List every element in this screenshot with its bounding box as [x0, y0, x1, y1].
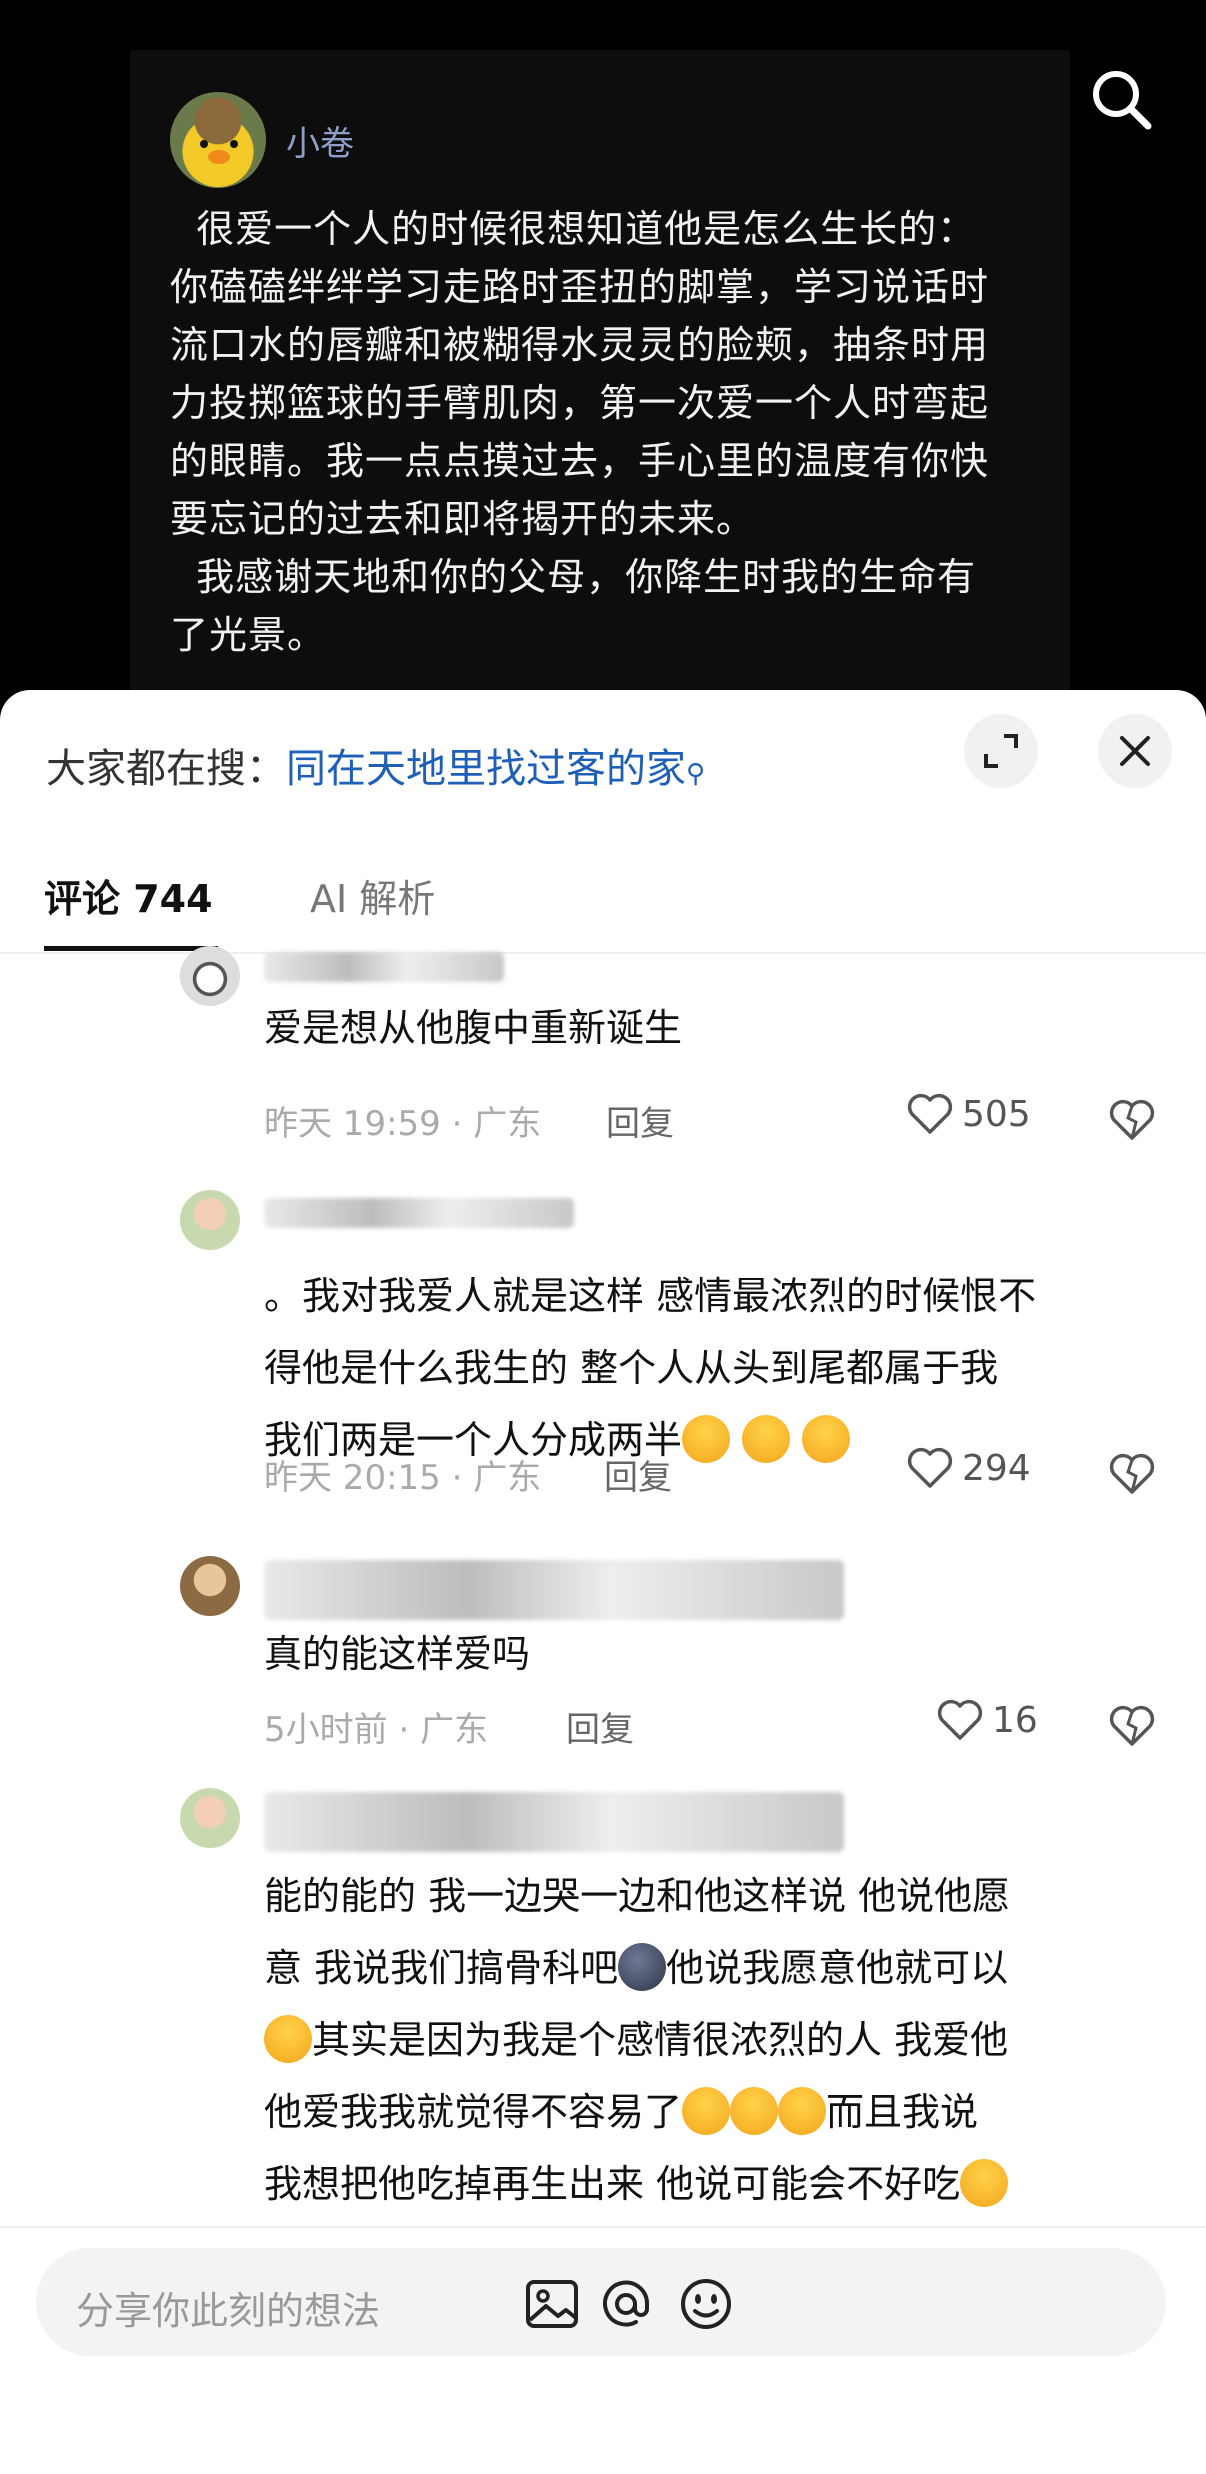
- username-blurred[interactable]: [264, 1792, 844, 1852]
- crying-emoji-icon: [682, 2087, 731, 2135]
- close-icon: [1120, 736, 1150, 766]
- avatar[interactable]: [180, 1556, 240, 1616]
- reply-button[interactable]: 回复: [566, 1702, 634, 1751]
- comment-input[interactable]: 分享你此刻的想法: [36, 2248, 1166, 2356]
- comment-line: 而且我说: [826, 2090, 979, 2134]
- broken-heart-icon[interactable]: [1108, 1702, 1156, 1750]
- comment-line: 能的能的 我一边哭一边和他这样说 他说他愿: [264, 1874, 1011, 1918]
- comment-time: 昨天 20:15: [264, 1458, 441, 1498]
- avatar[interactable]: [180, 1788, 240, 1848]
- heart-icon: [907, 1093, 953, 1134]
- search-small-icon: ⚲: [686, 759, 706, 789]
- heart-icon: [907, 1447, 953, 1488]
- crying-emoji-icon: [730, 2087, 779, 2135]
- avatar[interactable]: [180, 1190, 240, 1250]
- image-icon[interactable]: [522, 2274, 582, 2334]
- like-button[interactable]: 294: [906, 1446, 1031, 1490]
- reply-button[interactable]: 回复: [606, 1096, 674, 1145]
- comment-text-body: 。我对我爱人就是这样 感情最浓烈的时候恨不 得他是什么我生的 整个人从头到尾都属…: [264, 1274, 1037, 1462]
- like-button[interactable]: 16: [936, 1698, 1038, 1742]
- comment-text: 能的能的 我一边哭一边和他这样说 他说他愿 意 我说我们搞骨科吧 他说我愿意他就可…: [264, 1860, 1164, 2220]
- author-name[interactable]: 小卷: [286, 116, 354, 165]
- crying-emoji-icon: [778, 2087, 827, 2135]
- comment-line: 他爱我我就觉得不容易了: [264, 2090, 683, 2134]
- sweat-cry-emoji-icon: [960, 2159, 1009, 2207]
- like-button[interactable]: 505: [906, 1092, 1031, 1136]
- comment-line: 意 我说我们搞骨科吧: [264, 1946, 619, 1990]
- tab-comments[interactable]: 评论 744: [44, 868, 213, 923]
- moon-face-emoji-icon: [618, 1943, 667, 1991]
- emoji-icon[interactable]: [676, 2274, 736, 2334]
- hot-search-prefix: 大家都在搜：: [46, 746, 286, 792]
- close-button[interactable]: [1098, 714, 1172, 788]
- sad-emoji-icon: [682, 1415, 731, 1463]
- post-text: 很爱一个人的时候很想知道他是怎么生长的： 你磕磕绊绊学习走路时歪扭的脚掌，学习说…: [170, 207, 990, 657]
- comment-line: 其实是因为我是个感情很浓烈的人 我爱他: [312, 2018, 1009, 2062]
- comment-input-bar: 分享你此刻的想法: [0, 2226, 1206, 2474]
- sad-emoji-icon: [742, 1415, 791, 1463]
- comment-text: 爱是想从他腹中重新诞生: [264, 1006, 683, 1050]
- tab-ai-analysis[interactable]: AI 解析: [310, 868, 435, 923]
- comment-location: 广东: [473, 1458, 542, 1498]
- like-count: 294: [962, 1447, 1031, 1489]
- expand-icon: [984, 734, 1018, 768]
- comment-line: 我想把他吃掉再生出来 他说可能会不好吃: [264, 2162, 961, 2206]
- comment-meta: 昨天 19:59 · 广东: [264, 1104, 542, 1144]
- comment-text: 真的能这样爱吗: [264, 1632, 531, 1676]
- sad-emoji-icon: [802, 1415, 851, 1463]
- broken-heart-icon[interactable]: [1108, 1096, 1156, 1144]
- like-count: 16: [992, 1699, 1038, 1741]
- heart-icon: [937, 1699, 983, 1740]
- comment-time: 5小时前: [264, 1710, 388, 1750]
- comments-sheet: 大家都在搜：同在天地里找过客的家⚲ 评论 744 AI 解析 爱是想从他腹中重新…: [0, 690, 1206, 2474]
- comment-meta: 5小时前 · 广东: [264, 1710, 489, 1750]
- comment-time: 昨天 19:59: [264, 1104, 441, 1144]
- username-blurred[interactable]: [264, 1560, 844, 1620]
- like-count: 505: [962, 1093, 1031, 1135]
- avatar[interactable]: [180, 946, 240, 1006]
- active-tab-indicator: [44, 946, 218, 951]
- hot-search[interactable]: 大家都在搜：同在天地里找过客的家⚲: [46, 736, 705, 794]
- author-avatar[interactable]: [170, 92, 266, 188]
- broken-heart-icon[interactable]: [1108, 1450, 1156, 1498]
- post-area: 小卷 很爱一个人的时候很想知道他是怎么生长的： 你磕磕绊绊学习走路时歪扭的脚掌，…: [0, 0, 1206, 730]
- search-icon[interactable]: [1086, 64, 1156, 134]
- reply-button[interactable]: 回复: [604, 1450, 672, 1499]
- username-blurred[interactable]: [264, 1198, 574, 1228]
- expand-button[interactable]: [964, 714, 1038, 788]
- sweat-cry-emoji-icon: [264, 2015, 312, 2063]
- username-blurred[interactable]: [264, 952, 504, 982]
- comment-input-placeholder: 分享你此刻的想法: [76, 2289, 381, 2333]
- comment-line: 他说我愿意他就可以: [666, 1946, 1009, 1990]
- comment-text: 。我对我爱人就是这样 感情最浓烈的时候恨不 得他是什么我生的 整个人从头到尾都属…: [264, 1260, 1164, 1476]
- hot-search-query[interactable]: 同在天地里找过客的家: [286, 746, 686, 792]
- comment-location: 广东: [420, 1710, 489, 1750]
- comment-location: 广东: [473, 1104, 542, 1144]
- divider: [0, 952, 1206, 954]
- at-icon[interactable]: [596, 2274, 656, 2334]
- comment-meta: 昨天 20:15 · 广东: [264, 1458, 542, 1498]
